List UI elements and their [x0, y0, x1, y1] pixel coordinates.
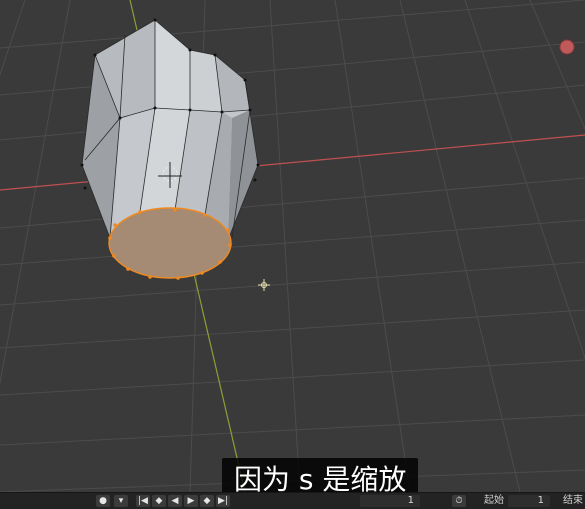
jump-start-icon[interactable]: |◀	[136, 495, 150, 507]
start-frame-field[interactable]: 1	[508, 495, 550, 507]
next-keyframe-icon[interactable]: ◆	[200, 495, 214, 507]
chevron-down-icon[interactable]: ▾	[114, 495, 128, 507]
floor-grid	[0, 0, 585, 492]
3d-viewport[interactable]	[0, 0, 585, 492]
end-label: 结束	[563, 495, 583, 506]
play-reverse-icon[interactable]: ◀	[168, 495, 182, 507]
prev-keyframe-icon[interactable]: ◆	[152, 495, 166, 507]
timeline-bar: ● ▾ |◀ ◆ ◀ ▶ ◆ ▶| 1 ⏱ 起始 1 结束	[0, 492, 585, 509]
current-frame-field[interactable]: 1	[360, 495, 420, 507]
cylinder-mesh[interactable]	[80, 18, 260, 241]
viewport-canvas[interactable]	[0, 0, 585, 492]
record-indicator-icon	[559, 39, 575, 55]
jump-end-icon[interactable]: ▶|	[216, 495, 230, 507]
3d-cursor-icon	[258, 279, 270, 291]
play-icon[interactable]: ▶	[184, 495, 198, 507]
stopwatch-icon[interactable]: ⏱	[452, 495, 466, 507]
record-dot-icon[interactable]: ●	[96, 495, 110, 507]
selected-bottom-face[interactable]	[108, 207, 232, 280]
start-label: 起始	[484, 495, 504, 506]
